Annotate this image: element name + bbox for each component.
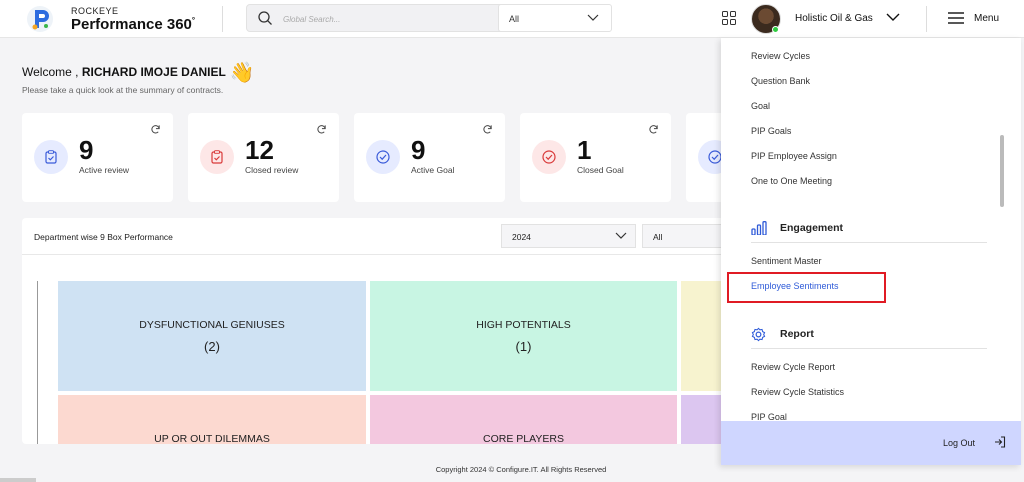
check-circle-icon <box>366 140 400 174</box>
search-input[interactable] <box>283 11 483 27</box>
chevron-down-icon <box>615 232 627 239</box>
stat-label: Active Goal <box>411 165 455 175</box>
box-up-or-out-dilemmas[interactable]: UP OR OUT DILEMMAS <box>58 395 366 444</box>
box-count: (2) <box>204 339 220 354</box>
menu-item-sentiment-master[interactable]: Sentiment Master <box>751 256 822 266</box>
stat-label: Active review <box>79 165 130 175</box>
menu-button[interactable]: Menu <box>946 8 1008 30</box>
menu-item-question-bank[interactable]: Question Bank <box>751 76 810 86</box>
panel-title: Department wise 9 Box Performance <box>34 232 173 242</box>
menu-item-review-cycle-statistics[interactable]: Review Cycle Statistics <box>751 387 844 397</box>
logo-icon[interactable] <box>26 5 54 33</box>
stat-card-closed-goal[interactable]: 1 Closed Goal <box>520 113 671 202</box>
online-status-dot <box>772 26 779 33</box>
header-divider <box>222 6 223 32</box>
logout-icon <box>995 436 1006 448</box>
chevron-down-icon <box>587 14 599 21</box>
menu-item-one-to-one-meeting[interactable]: One to One Meeting <box>751 176 832 186</box>
stat-value: 12 <box>245 135 274 165</box>
box-title: UP OR OUT DILEMMAS <box>154 433 270 444</box>
footer-copyright: Copyright 2024 © Configure.IT. All Right… <box>435 465 607 474</box>
company-name[interactable]: Holistic Oil & Gas <box>795 13 873 24</box>
stat-value: 9 <box>411 135 426 165</box>
logout-label: Log Out <box>943 438 976 448</box>
stat-value: 1 <box>577 135 592 165</box>
brand-title: Performance 360° <box>71 16 196 33</box>
year-select[interactable]: 2024 <box>501 224 636 248</box>
stat-label: Closed Goal <box>577 165 624 175</box>
box-count: (1) <box>515 339 532 354</box>
box-high-potentials[interactable]: HIGH POTENTIALS (1) <box>370 281 677 391</box>
stat-label: Closed review <box>245 165 299 175</box>
divider <box>751 348 987 349</box>
header-divider <box>926 6 927 32</box>
top-header: ROCKEYE Performance 360° All Holistic Oi… <box>0 0 1024 38</box>
menu-dropdown: Review Cycles Question Bank Goal PIP Goa… <box>721 38 1021 465</box>
stat-card-active-review[interactable]: 9 Active review <box>22 113 173 202</box>
gear-icon <box>751 327 766 342</box>
refresh-icon[interactable] <box>648 124 659 135</box>
box-title: HIGH POTENTIALS <box>476 319 571 331</box>
menu-scrollbar[interactable] <box>1000 135 1004 207</box>
check-circle-icon <box>532 140 566 174</box>
year-value: 2024 <box>512 232 531 242</box>
apps-grid-icon[interactable] <box>722 11 736 25</box>
stat-card-closed-review[interactable]: 12 Closed review <box>188 113 339 202</box>
menu-item-pip-goals[interactable]: PIP Goals <box>751 126 791 136</box>
brand-subtitle: ROCKEYE <box>71 6 119 16</box>
search-scope-select[interactable]: All <box>498 4 612 32</box>
refresh-icon[interactable] <box>150 124 161 135</box>
refresh-icon[interactable] <box>482 124 493 135</box>
bar-chart-icon <box>751 221 767 235</box>
box-title: DYSFUNCTIONAL GENIUSES <box>139 319 285 331</box>
search-scope-value: All <box>509 14 520 24</box>
box-title: CORE PLAYERS <box>483 433 564 444</box>
nine-box-panel: Department wise 9 Box Performance 2024 A… <box>22 218 742 444</box>
chevron-down-icon[interactable] <box>886 12 900 22</box>
bottom-stub <box>0 478 36 482</box>
welcome-heading: Welcome , RICHARD IMOJE DANIEL 👋 <box>22 62 255 84</box>
clipboard-icon <box>200 140 234 174</box>
divider <box>751 242 987 243</box>
wave-emoji: 👋 <box>229 62 255 84</box>
y-axis-line <box>37 281 38 444</box>
stat-card-partial[interactable] <box>686 113 732 202</box>
welcome-subtitle: Please take a quick look at the summary … <box>22 85 224 95</box>
menu-item-review-cycles[interactable]: Review Cycles <box>751 51 810 61</box>
department-value: All <box>653 232 663 242</box>
divider <box>22 254 742 255</box>
clipboard-icon <box>34 140 68 174</box>
stat-value: 9 <box>79 135 94 165</box>
box-core-players[interactable]: CORE PLAYERS <box>370 395 677 444</box>
box-dysfunctional-geniuses[interactable]: DYSFUNCTIONAL GENIUSES (2) <box>58 281 366 391</box>
search-icon <box>258 11 272 25</box>
refresh-icon[interactable] <box>316 124 327 135</box>
menu-label: Menu <box>974 13 1000 24</box>
menu-item-review-cycle-report[interactable]: Review Cycle Report <box>751 362 835 372</box>
hamburger-icon <box>948 12 964 24</box>
logout-bar[interactable]: Log Out <box>721 421 1021 465</box>
stat-card-active-goal[interactable]: 9 Active Goal <box>354 113 505 202</box>
highlight-box <box>727 272 886 303</box>
menu-item-goal[interactable]: Goal <box>751 101 770 111</box>
menu-item-pip-employee-assign[interactable]: PIP Employee Assign <box>751 151 837 161</box>
